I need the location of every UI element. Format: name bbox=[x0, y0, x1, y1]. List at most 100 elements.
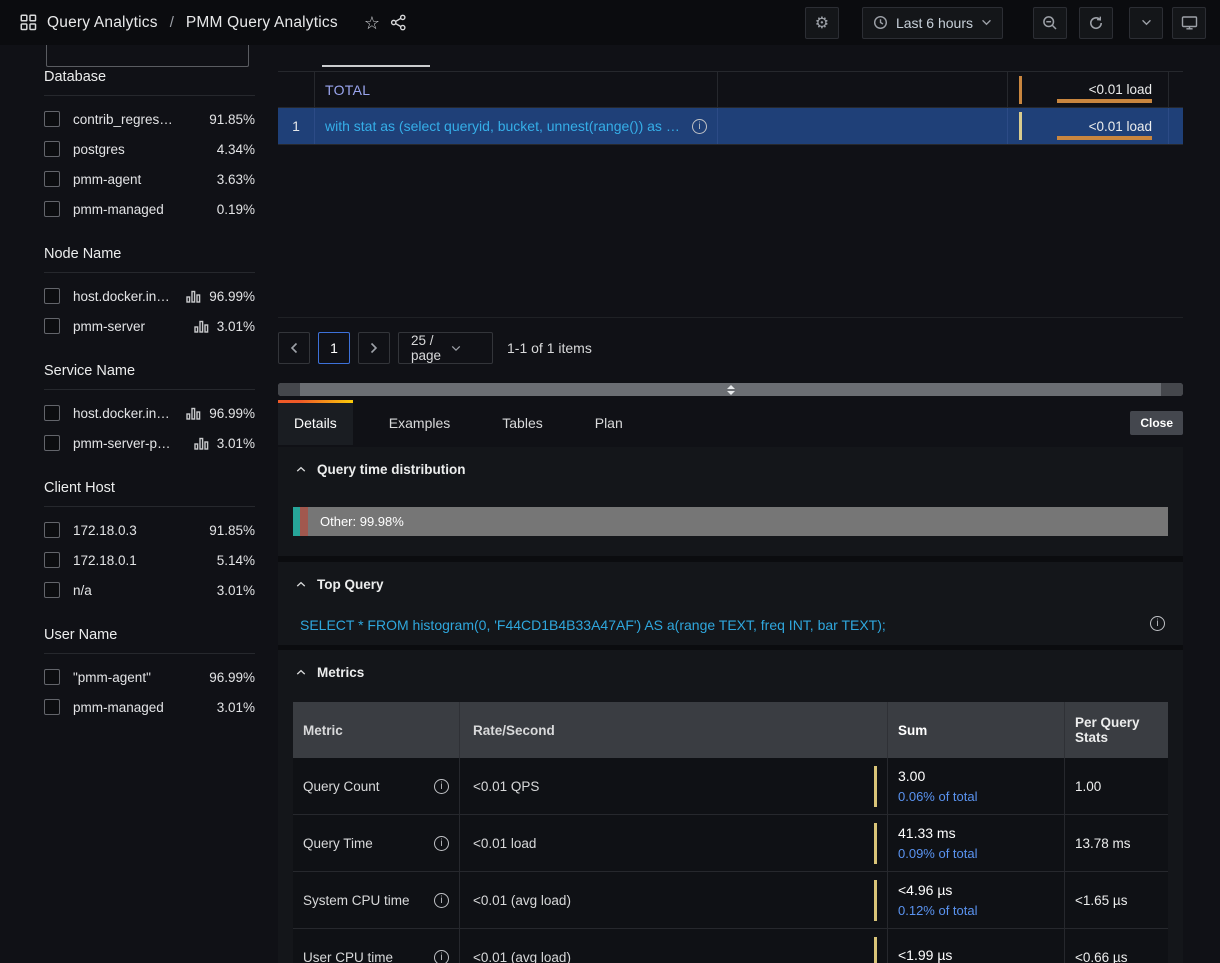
filter-label: "pmm-agent" bbox=[73, 670, 151, 685]
sorted-column-indicator bbox=[322, 65, 430, 67]
filter-item[interactable]: 172.18.0.3 91.85% bbox=[44, 515, 255, 545]
filter-section-database: Database contrib_regres… 91.85% postgres… bbox=[44, 69, 255, 224]
next-page-button[interactable] bbox=[358, 332, 390, 364]
prev-page-button[interactable] bbox=[278, 332, 310, 364]
filter-percent: 3.01% bbox=[217, 436, 255, 451]
section-collapse-header[interactable]: Query time distribution bbox=[278, 447, 1183, 477]
panel-resize-splitter[interactable] bbox=[278, 383, 1183, 396]
zoom-out-icon bbox=[1042, 15, 1058, 31]
breadcrumb-dashboard-title[interactable]: PMM Query Analytics bbox=[186, 14, 338, 32]
page-size-select[interactable]: 25 / page bbox=[398, 332, 493, 364]
metric-sum-percent[interactable]: 0.09% of total bbox=[898, 846, 978, 861]
checkbox[interactable] bbox=[44, 405, 60, 421]
checkbox[interactable] bbox=[44, 669, 60, 685]
metric-name: Query Count bbox=[303, 779, 380, 794]
row-number: 1 bbox=[292, 118, 300, 134]
checkbox[interactable] bbox=[44, 288, 60, 304]
checkbox[interactable] bbox=[44, 111, 60, 127]
info-icon[interactable] bbox=[434, 836, 449, 851]
tab-examples[interactable]: Examples bbox=[373, 400, 466, 445]
metric-rate: <0.01 (avg load) bbox=[473, 893, 571, 908]
metrics-table-header: Metric Rate/Second Sum Per Query Stats bbox=[293, 702, 1168, 758]
filter-item[interactable]: n/a 3.01% bbox=[44, 575, 255, 605]
metric-per-query: 1.00 bbox=[1075, 779, 1101, 794]
metric-sum-percent[interactable]: 0.06% of total bbox=[898, 789, 978, 804]
load-sparkline bbox=[1019, 76, 1022, 104]
info-icon[interactable] bbox=[1150, 616, 1165, 631]
distribution-segment-brown bbox=[300, 507, 308, 536]
column-header-per-query-stats: Per Query Stats bbox=[1065, 702, 1168, 758]
info-icon[interactable] bbox=[434, 950, 449, 963]
checkbox[interactable] bbox=[44, 141, 60, 157]
tab-label: Examples bbox=[389, 415, 450, 431]
section-metrics: Metrics Metric Rate/Second Sum Per Query… bbox=[278, 650, 1183, 963]
checkbox[interactable] bbox=[44, 435, 60, 451]
filter-item[interactable]: 172.18.0.1 5.14% bbox=[44, 545, 255, 575]
zoom-out-button[interactable] bbox=[1033, 7, 1067, 39]
share-icon[interactable] bbox=[390, 14, 407, 31]
section-collapse-header[interactable]: Metrics bbox=[278, 650, 1183, 680]
tab-label: Tables bbox=[502, 415, 542, 431]
apps-grid-icon[interactable] bbox=[20, 14, 37, 31]
filters-sidebar: Database contrib_regres… 91.85% postgres… bbox=[0, 45, 265, 963]
checkbox[interactable] bbox=[44, 582, 60, 598]
checkbox[interactable] bbox=[44, 318, 60, 334]
filter-item[interactable]: pmm-server 3.01% bbox=[44, 311, 255, 341]
total-row[interactable]: TOTAL <0.01 load bbox=[278, 71, 1183, 108]
filter-item[interactable]: pmm-managed 3.01% bbox=[44, 692, 255, 722]
filter-item[interactable]: pmm-server-p… 3.01% bbox=[44, 428, 255, 458]
query-time-distribution-bar: Other: 99.98% bbox=[293, 507, 1168, 536]
info-icon[interactable] bbox=[692, 119, 707, 134]
bar-chart-icon[interactable] bbox=[194, 320, 209, 333]
bar-chart-icon[interactable] bbox=[194, 437, 209, 450]
filter-item[interactable]: pmm-agent 3.63% bbox=[44, 164, 255, 194]
info-icon[interactable] bbox=[434, 893, 449, 908]
filter-item[interactable]: host.docker.in… 96.99% bbox=[44, 281, 255, 311]
query-fingerprint-link[interactable]: with stat as (select queryid, bucket, un… bbox=[325, 118, 684, 134]
section-collapse-header[interactable]: Top Query bbox=[278, 562, 1183, 592]
dashboard-settings-button[interactable]: ⚙ bbox=[805, 7, 839, 39]
metric-per-query: <1.65 µs bbox=[1075, 893, 1127, 908]
star-icon[interactable]: ☆ bbox=[364, 14, 380, 32]
refresh-interval-dropdown[interactable] bbox=[1129, 7, 1163, 39]
filter-item[interactable]: host.docker.in… 96.99% bbox=[44, 398, 255, 428]
filter-percent: 3.01% bbox=[217, 583, 255, 598]
refresh-button[interactable] bbox=[1079, 7, 1113, 39]
filter-percent: 96.99% bbox=[209, 670, 255, 685]
filter-item[interactable]: pmm-managed 0.19% bbox=[44, 194, 255, 224]
bar-chart-icon[interactable] bbox=[186, 290, 201, 303]
chevron-right-icon bbox=[370, 342, 378, 354]
filter-item[interactable]: postgres 4.34% bbox=[44, 134, 255, 164]
page-number-button[interactable]: 1 bbox=[318, 332, 350, 364]
time-range-label: Last 6 hours bbox=[896, 15, 973, 31]
filter-section-title: Database bbox=[44, 69, 255, 96]
metric-sum: <4.96 µs bbox=[898, 882, 952, 898]
kiosk-mode-button[interactable] bbox=[1172, 7, 1206, 39]
checkbox[interactable] bbox=[44, 522, 60, 538]
tab-details[interactable]: Details bbox=[278, 400, 353, 445]
filter-search-input[interactable] bbox=[46, 45, 249, 67]
checkbox[interactable] bbox=[44, 552, 60, 568]
checkbox[interactable] bbox=[44, 699, 60, 715]
checkbox[interactable] bbox=[44, 201, 60, 217]
filter-section-title: Node Name bbox=[44, 246, 255, 273]
bar-chart-icon[interactable] bbox=[186, 407, 201, 420]
pagination: 1 25 / page 1-1 of 1 items bbox=[278, 332, 592, 364]
filter-percent: 96.99% bbox=[209, 289, 255, 304]
tab-plan[interactable]: Plan bbox=[579, 400, 639, 445]
checkbox[interactable] bbox=[44, 171, 60, 187]
filter-section-node-name: Node Name host.docker.in… 96.99% bbox=[44, 246, 255, 341]
main-content: TOTAL <0.01 load 1 with stat as (select … bbox=[278, 45, 1183, 963]
query-row-selected[interactable]: 1 with stat as (select queryid, bucket, … bbox=[278, 108, 1183, 145]
filter-item[interactable]: contrib_regres… 91.85% bbox=[44, 104, 255, 134]
filter-item[interactable]: "pmm-agent" 96.99% bbox=[44, 662, 255, 692]
metrics-row-query-count: Query Count <0.01 QPS 3.00 0.06% of tota… bbox=[293, 758, 1168, 815]
tab-tables[interactable]: Tables bbox=[486, 400, 558, 445]
time-range-picker[interactable]: Last 6 hours bbox=[862, 7, 1003, 39]
info-icon[interactable] bbox=[434, 779, 449, 794]
metric-sum-percent[interactable]: 0.12% of total bbox=[898, 903, 978, 918]
close-button[interactable]: Close bbox=[1130, 411, 1183, 435]
rate-sparkline bbox=[874, 823, 877, 864]
load-sparkline bbox=[1019, 112, 1022, 140]
breadcrumb-section[interactable]: Query Analytics bbox=[47, 14, 158, 32]
